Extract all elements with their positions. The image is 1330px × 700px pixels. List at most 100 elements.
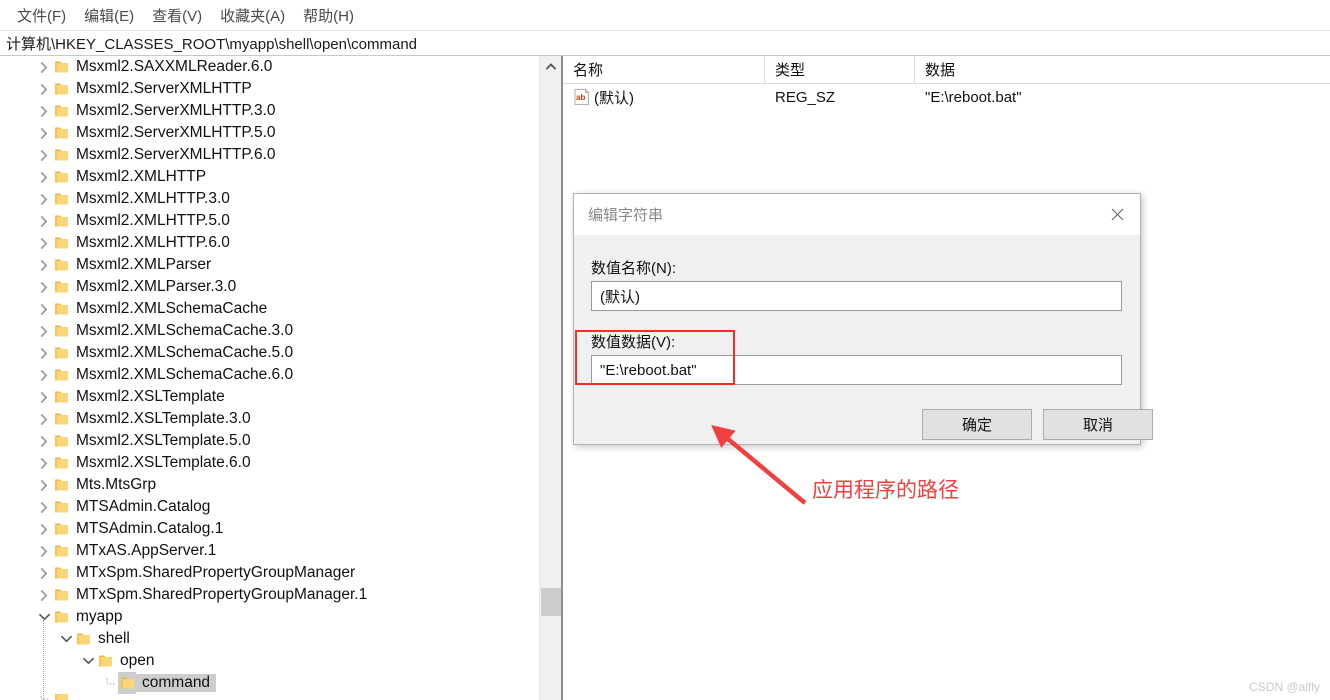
table-row[interactable]: ab (默认) REG_SZ "E:\reboot.bat" [563,84,1330,110]
tree-item[interactable]: open [0,650,538,672]
dialog-title-bar[interactable]: 编辑字符串 [574,194,1140,235]
folder-icon [52,430,70,452]
tree-item-label: Msxml2.XSLTemplate [76,388,225,405]
menu-favorites[interactable]: 收藏夹(A) [211,3,294,28]
ok-button[interactable]: 确定 [922,409,1032,440]
folder-icon [52,386,70,408]
tree-item-label: Msxml2.XMLHTTP.6.0 [76,234,230,251]
tree-vertical-scrollbar[interactable] [539,56,561,700]
tree-item[interactable]: myapp [0,606,538,628]
chevron-down-icon[interactable] [80,650,96,672]
tree-item[interactable]: Msxml2.XMLSchemaCache [0,298,538,320]
scroll-up-icon[interactable] [540,56,562,76]
tree-item-label: Msxml2.ServerXMLHTTP.5.0 [76,124,276,141]
chevron-right-icon[interactable] [36,584,52,606]
tree-item[interactable]: Mts.MtsGrp [0,474,538,496]
tree-item-selected[interactable]: command [0,672,538,694]
chevron-right-icon[interactable] [36,188,52,210]
chevron-right-icon[interactable] [36,56,52,78]
scrollbar-thumb[interactable] [541,588,561,616]
chevron-right-icon[interactable] [36,518,52,540]
folder-icon [52,562,70,584]
tree-item[interactable]: MTxSpm.SharedPropertyGroupManager.1 [0,584,538,606]
tree-item[interactable]: Msxml2.XMLHTTP.5.0 [0,210,538,232]
tree-item[interactable]: MTxAS.AppServer.1 [0,540,538,562]
tree-leaf-connector [36,694,52,700]
chevron-right-icon[interactable] [36,254,52,276]
folder-icon [52,144,70,166]
dialog-title-text: 编辑字符串 [588,207,664,224]
value-data-input[interactable]: "E:\reboot.bat" [591,355,1122,385]
value-name-text: (默认) [594,89,634,107]
chevron-right-icon[interactable] [36,386,52,408]
tree-item[interactable]: Msxml2.XMLParser.3.0 [0,276,538,298]
cancel-button[interactable]: 取消 [1043,409,1153,440]
tree-item[interactable]: Msxml2.ServerXMLHTTP.3.0 [0,100,538,122]
tree-item[interactable]: Msxml2.XSLTemplate.3.0 [0,408,538,430]
chevron-right-icon[interactable] [36,342,52,364]
menu-file[interactable]: 文件(F) [8,3,75,28]
chevron-right-icon[interactable] [36,474,52,496]
menu-help[interactable]: 帮助(H) [294,3,363,28]
chevron-right-icon[interactable] [36,276,52,298]
tree-item[interactable]: Msxml2.XMLSchemaCache.5.0 [0,342,538,364]
tree-item-label: command [136,674,217,692]
chevron-right-icon[interactable] [36,452,52,474]
tree-item[interactable]: MTSAdmin.Catalog [0,496,538,518]
column-name[interactable]: 名称 [563,56,765,84]
tree-item[interactable]: shell [0,628,538,650]
chevron-right-icon[interactable] [36,78,52,100]
chevron-right-icon[interactable] [36,144,52,166]
tree-item-label: Msxml2.XSLTemplate.3.0 [76,410,251,427]
registry-editor-window: 文件(F) 编辑(E) 查看(V) 收藏夹(A) 帮助(H) 计算机\HKEY_… [0,0,1330,700]
tree-item[interactable]: Msxml2.XMLSchemaCache.6.0 [0,364,538,386]
folder-icon [52,78,70,100]
tree-item[interactable]: Msxml2.XMLHTTP.6.0 [0,232,538,254]
folder-icon [74,628,92,650]
tree-item[interactable]: Msxml2.XMLSchemaCache.3.0 [0,320,538,342]
chevron-right-icon[interactable] [36,298,52,320]
folder-icon [52,166,70,188]
chevron-right-icon[interactable] [36,210,52,232]
tree-item-label: Msxml2.SAXXMLReader.6.0 [76,58,273,75]
chevron-down-icon[interactable] [58,628,74,650]
tree-item[interactable]: Msxml2.XSLTemplate [0,386,538,408]
chevron-right-icon[interactable] [36,430,52,452]
folder-icon [52,496,70,518]
tree-item[interactable]: Msxml2.XSLTemplate.6.0 [0,452,538,474]
tree-item[interactable]: Msxml2.ServerXMLHTTP.6.0 [0,144,538,166]
tree-item[interactable]: Msxml2.XMLHTTP.3.0 [0,188,538,210]
value-name-input[interactable]: (默认) [591,281,1122,311]
tree-item-label: Msxml2.XMLHTTP.3.0 [76,190,230,207]
chevron-right-icon[interactable] [36,232,52,254]
tree-item[interactable]: Msxml2.XSLTemplate.5.0 [0,430,538,452]
chevron-right-icon[interactable] [36,100,52,122]
column-type[interactable]: 类型 [765,56,915,84]
tree-item[interactable]: MTxSpm.SharedPropertyGroupManager [0,562,538,584]
tree-item[interactable]: MTSAdmin.Catalog.1 [0,518,538,540]
address-bar[interactable]: 计算机\HKEY_CLASSES_ROOT\myapp\shell\open\c… [0,30,1330,56]
tree-item[interactable]: Msxml2.SAXXMLReader.6.0 [0,56,538,78]
menu-view[interactable]: 查看(V) [143,3,211,28]
tree-item[interactable]: Msxml2.ServerXMLHTTP.5.0 [0,122,538,144]
chevron-right-icon[interactable] [36,320,52,342]
tree-item[interactable]: Msxml2.ServerXMLHTTP [0,78,538,100]
chevron-right-icon[interactable] [36,496,52,518]
close-icon[interactable] [1094,194,1140,235]
tree-item[interactable]: Msxml2.XMLParser [0,254,538,276]
tree-item-label: Msxml2.XMLParser [76,256,212,273]
tree-item-label: Msxml2.ServerXMLHTTP.6.0 [76,146,276,163]
chevron-right-icon[interactable] [36,364,52,386]
chevron-down-icon[interactable] [36,606,52,628]
chevron-right-icon[interactable] [36,408,52,430]
registry-tree-panel[interactable]: Msxml2.SAXXMLReader.6.0 Msxml2.ServerXMLH… [0,56,538,700]
chevron-right-icon[interactable] [36,562,52,584]
chevron-right-icon[interactable] [36,540,52,562]
chevron-right-icon[interactable] [36,166,52,188]
column-data[interactable]: 数据 [915,56,1330,84]
tree-item[interactable] [0,694,538,700]
tree-item[interactable]: Msxml2.XMLHTTP [0,166,538,188]
menu-edit[interactable]: 编辑(E) [75,3,143,28]
chevron-right-icon[interactable] [36,122,52,144]
folder-icon [52,606,70,628]
